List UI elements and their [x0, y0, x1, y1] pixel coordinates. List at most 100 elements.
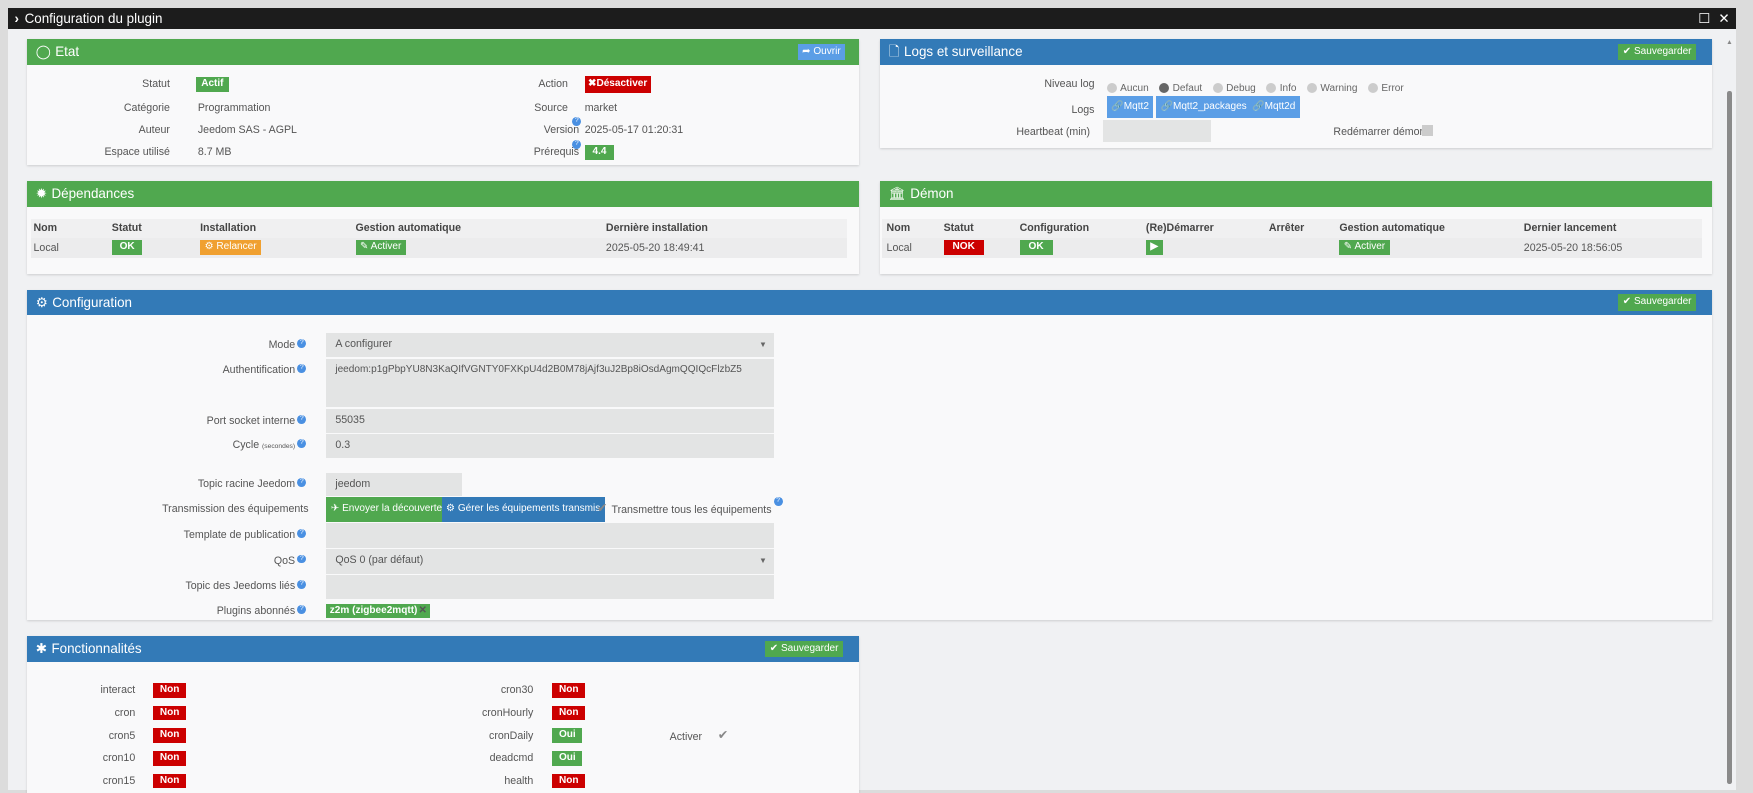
heartbeat-input[interactable] [1103, 119, 1211, 142]
radio-debug[interactable] [1212, 83, 1223, 94]
daemon-title: Démon [910, 186, 954, 202]
category-value: Programmation [197, 101, 271, 114]
help-icon[interactable]: ? [572, 139, 582, 149]
help-icon[interactable]: ? [773, 497, 783, 507]
daemon-config-badge: OK [1019, 240, 1053, 255]
radio-label: Debug [1226, 82, 1256, 94]
activate-label: Activer [370, 241, 402, 253]
scrollbar-thumb[interactable] [1727, 90, 1732, 784]
help-icon[interactable]: ? [572, 117, 582, 127]
label-text: Template de publication [183, 528, 296, 541]
radio-warning[interactable] [1307, 83, 1318, 94]
circle-notch-icon: ◯ [35, 44, 51, 60]
config-title: Configuration [52, 294, 132, 310]
label-text: Plugins abonnés [216, 604, 296, 617]
button-label: Envoyer la découverte [342, 503, 443, 515]
auth-textarea[interactable]: jeedom:p1gPbpYU8N3KaQIfVGNTY0FXKpU4d2B0M… [326, 358, 774, 407]
space-value: 8.7 MB [197, 146, 232, 159]
close-icon[interactable]: ✕ [1718, 8, 1729, 29]
linked-input[interactable] [326, 574, 774, 600]
window-title: Configuration du plugin [24, 10, 163, 26]
radio-info[interactable] [1266, 83, 1277, 94]
logs-panel: 🗋 Logs et surveillance ✔ Sauvegarder Nive… [879, 39, 1712, 148]
log-level-radios: Aucun Defaut Debug Info Warning Error [1101, 77, 1404, 98]
open-button[interactable]: ➦ Ouvrir [797, 43, 846, 61]
td: 2025-05-20 18:56:05 [1523, 242, 1623, 255]
help-icon[interactable]: ? [297, 414, 307, 424]
play-icon[interactable]: ▶ [1145, 240, 1163, 255]
help-icon[interactable]: ? [297, 338, 307, 348]
bank-icon: 🏛 [888, 186, 906, 202]
th: (Re)Démarrer [1145, 222, 1214, 235]
transmit-all-checkbox[interactable]: ✔ [597, 501, 607, 515]
th: Installation [200, 222, 257, 235]
log-mqtt2-packages-button[interactable]: 🔗Mqtt2_packages [1155, 96, 1252, 119]
th: Nom [33, 222, 58, 235]
qos-select[interactable]: QoS 0 (par défaut) ▼ [326, 548, 774, 574]
scrollbar[interactable]: ▲ [1724, 39, 1735, 788]
remove-icon[interactable]: ✕ [419, 605, 427, 616]
log-label: Mqtt2 [1123, 101, 1149, 113]
feature-name: cronHourly [481, 706, 534, 719]
th: Nom [886, 222, 911, 235]
maximize-icon[interactable]: ☐ [1698, 8, 1710, 29]
feature-status-badge: Oui [552, 728, 583, 743]
help-icon[interactable]: ? [297, 439, 307, 449]
mode-select[interactable]: A configurer ▼ [326, 333, 774, 357]
th: Dernier lancement [1523, 222, 1617, 235]
daemon-panel: 🏛 Démon Nom Statut Configuration (Re)Déma… [879, 181, 1712, 274]
radio-label: Warning [1320, 82, 1358, 94]
daemon-table-header: Nom Statut Configuration (Re)Démarrer Ar… [882, 219, 1702, 239]
scroll-up-icon[interactable]: ▲ [1726, 39, 1733, 46]
table-row: Local OK ⚙ Relancer ✎ Activer 2025-05-20… [31, 238, 848, 259]
topic-input[interactable]: jeedom [326, 472, 462, 497]
save-label: Sauvegarder [1633, 296, 1692, 308]
manage-transmitted-button[interactable]: ⚙ Gérer les équipements transmis [441, 497, 605, 523]
config-save-button[interactable]: ✔ Sauvegarder [1618, 294, 1696, 311]
category-label: Catégorie [123, 101, 170, 114]
label-text: Cycle [232, 439, 260, 452]
feature-name: deadcmd [489, 752, 534, 765]
send-discovery-button[interactable]: ✈ Envoyer la découverte [326, 497, 447, 523]
radio-error[interactable] [1368, 83, 1379, 94]
logs-header: 🗋 Logs et surveillance ✔ Sauvegarder [879, 39, 1712, 65]
radio-defaut[interactable] [1159, 83, 1170, 94]
help-icon[interactable]: ? [297, 604, 307, 614]
th: Statut [111, 222, 142, 235]
radio-aucun[interactable] [1106, 83, 1117, 94]
feature-name: cronDaily [489, 729, 534, 742]
log-mqtt2-button[interactable]: 🔗Mqtt2 [1106, 96, 1154, 119]
deps-auto-activate-button[interactable]: ✎ Activer [355, 240, 406, 255]
features-save-button[interactable]: ✔ Sauvegarder [765, 640, 843, 658]
relaunch-button[interactable]: ⚙ Relancer [200, 240, 262, 255]
mode-label: Mode? [269, 338, 307, 351]
td: Local [33, 242, 59, 255]
restart-daemon-checkbox[interactable] [1422, 125, 1434, 137]
help-icon[interactable]: ? [297, 478, 307, 488]
feature-status-badge: Non [552, 705, 586, 721]
help-icon[interactable]: ? [297, 580, 307, 590]
th: Gestion automatique [355, 222, 462, 235]
help-icon[interactable]: ? [297, 528, 307, 538]
template-input[interactable] [326, 523, 774, 548]
port-input[interactable]: 55035 [326, 409, 774, 433]
daemon-auto-activate-button[interactable]: ✎ Activer [1339, 240, 1390, 255]
deps-header: ✹ Dépendances [26, 181, 859, 207]
prereq-badge: 4.4 [584, 145, 615, 160]
log-mqtt2d-button[interactable]: 🔗Mqtt2d [1247, 96, 1300, 119]
activate-checkbox[interactable]: ✔ [718, 728, 728, 742]
cycle-input[interactable]: 0.3 [326, 433, 774, 459]
logs-save-button[interactable]: ✔ Sauvegarder [1618, 43, 1696, 61]
feature-status-badge: Non [552, 773, 586, 789]
transmit-all-label: Transmettre tous les équipements [611, 504, 772, 517]
th: Configuration [1019, 222, 1090, 235]
radio-label: Aucun [1120, 82, 1149, 94]
log-level-label: Niveau log [1044, 78, 1095, 91]
help-icon[interactable]: ? [297, 554, 307, 564]
linked-label: Topic des Jeedoms liés? [185, 580, 307, 592]
caret-down-icon: ▼ [759, 555, 767, 565]
help-icon[interactable]: ? [297, 364, 307, 374]
deactivate-button[interactable]: ✖Désactiver [584, 76, 651, 93]
template-label: Template de publication? [183, 528, 307, 541]
activate-label: Activer [669, 731, 703, 744]
